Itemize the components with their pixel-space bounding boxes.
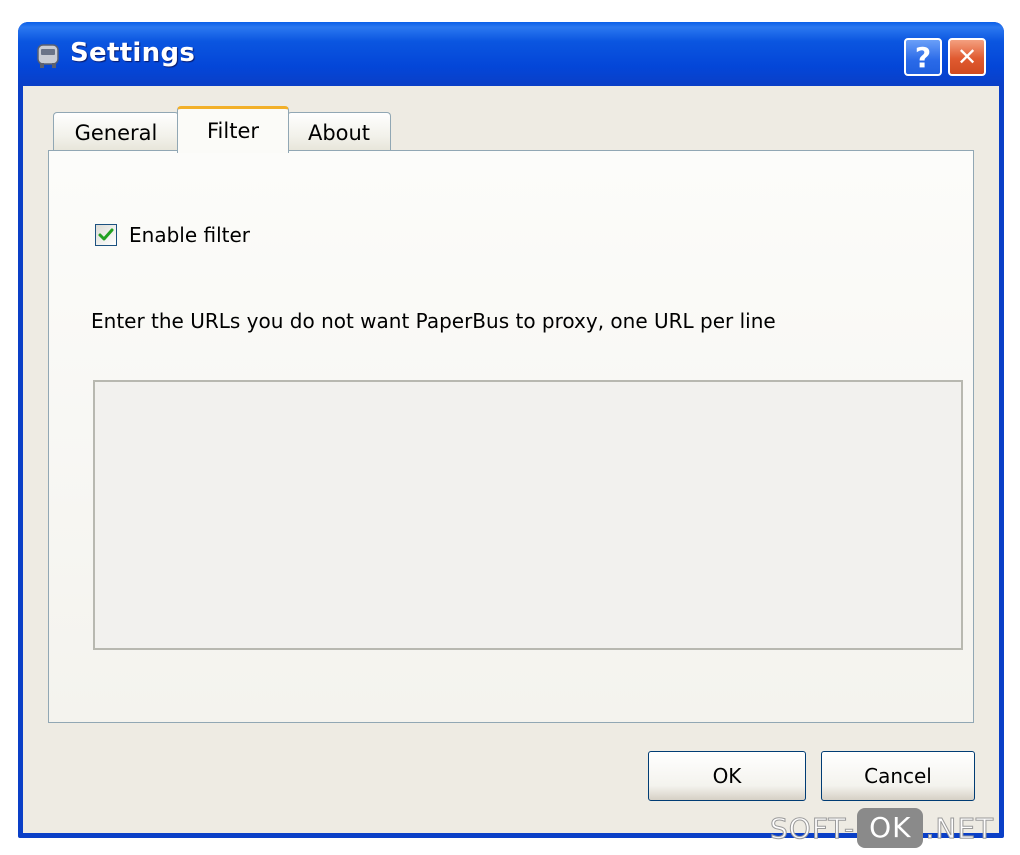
window-title: Settings [70, 38, 196, 68]
tab-about[interactable]: About [287, 112, 391, 152]
help-button[interactable]: ? [904, 38, 942, 76]
url-list-textarea[interactable] [93, 380, 963, 650]
tab-filter[interactable]: Filter [177, 106, 289, 153]
enable-filter-checkbox[interactable] [95, 224, 117, 246]
watermark-right: .NET [925, 811, 995, 845]
enable-filter-label[interactable]: Enable filter [129, 223, 250, 247]
dialog-body: General Filter About Enable filter Enter… [23, 86, 999, 833]
watermark-middle: OK [857, 808, 924, 848]
watermark: SOFT- OK .NET [769, 808, 995, 848]
help-icon: ? [914, 40, 932, 74]
watermark-left: SOFT- [769, 811, 856, 845]
settings-window: Settings ? ✕ General Filter About Enable… [18, 22, 1004, 838]
checkmark-icon [98, 228, 114, 241]
ok-button[interactable]: OK [648, 751, 806, 801]
filter-panel: Enable filter Enter the URLs you do not … [48, 150, 974, 723]
bus-icon [37, 44, 59, 68]
filter-instructions: Enter the URLs you do not want PaperBus … [91, 309, 776, 333]
close-icon: ✕ [956, 43, 978, 71]
title-bar[interactable]: Settings ? ✕ [18, 22, 1004, 86]
tab-general[interactable]: General [53, 112, 179, 152]
cancel-button[interactable]: Cancel [821, 751, 975, 801]
close-button[interactable]: ✕ [948, 38, 986, 76]
enable-filter-row[interactable]: Enable filter [95, 223, 250, 247]
